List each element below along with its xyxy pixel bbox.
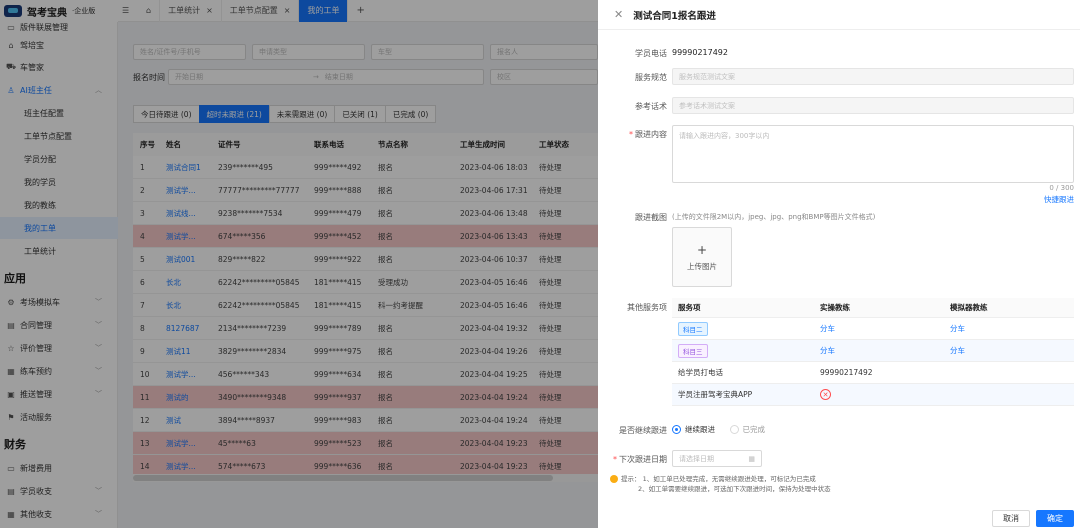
service-row: 给学员打电话 99990217492 <box>672 362 1074 384</box>
radio-checked-icon <box>672 425 681 434</box>
screenshot-hint: (上传的文件限2M以内，jpeg、jpg、png和BMP等图片文件格式) <box>672 213 876 221</box>
assign-coach-link[interactable]: 分车 <box>814 323 944 334</box>
next-date-label-text: 下次跟进日期 <box>619 455 667 464</box>
assign-sim-link[interactable]: 分车 <box>944 323 1074 334</box>
continue-label: 是否继续跟进 <box>619 426 667 435</box>
modal-overlay[interactable] <box>0 0 598 528</box>
drawer-title: 测试合同1报名跟进 <box>633 10 716 22</box>
not-registered-icon: ✕ <box>820 389 831 400</box>
drawer-footer: 取消 确定 <box>598 508 1080 528</box>
assign-coach-link[interactable]: 分车 <box>814 345 944 356</box>
plus-icon: + <box>696 242 708 257</box>
upload-image-button[interactable]: + 上传图片 <box>672 227 732 287</box>
close-icon[interactable]: ✕ <box>614 8 623 21</box>
screenshot-label: 跟进截图 <box>635 213 667 222</box>
col-header: 模拟器教练 <box>950 303 988 312</box>
tip-line-2: 2、如工单需要继续跟进，可选加下次跟进时间，保持为处理中状态 <box>638 485 831 493</box>
follow-up-drawer: ✕ 测试合同1报名跟进 学员电话 99990217492 服务规范 服务规范测试… <box>598 0 1080 528</box>
col-header: 服务项 <box>678 303 701 312</box>
continue-radio-group: 继续跟进 已完成 <box>672 424 777 436</box>
script-field: 参考话术测试文案 <box>672 97 1074 114</box>
cancel-button[interactable]: 取消 <box>992 509 1030 527</box>
assign-sim-link[interactable]: 分车 <box>944 345 1074 356</box>
radio-label: 继续跟进 <box>685 425 715 434</box>
warning-icon <box>610 475 618 483</box>
phone-value: 99990217492 <box>672 48 728 57</box>
calendar-icon: ▦ <box>748 454 755 463</box>
service-row: 科目三 分车 分车 <box>672 340 1074 362</box>
norm-field: 服务规范测试文案 <box>672 68 1074 85</box>
service-row: 学员注册驾考宝典APP ✕ <box>672 384 1074 406</box>
col-header: 实操教练 <box>820 303 850 312</box>
service-item: 学员注册驾考宝典APP <box>678 390 753 399</box>
subject-tag: 科目二 <box>678 321 708 336</box>
tips-block: 提示： 1、如工单已处理完成，无需继续跟进处理，可标记为已完成 2、如工单需要继… <box>610 474 831 494</box>
upload-label: 上传图片 <box>687 261 717 271</box>
service-item: 给学员打电话 <box>678 368 723 377</box>
radio-unchecked-icon <box>729 425 739 434</box>
service-table: 服务项 实操教练 模拟器教练 科目二 分车 分车 科目三 分车 分车 给学员打电… <box>672 298 1074 406</box>
tip-title: 提示： <box>621 475 641 483</box>
tip-line: 1、如工单已处理完成，无需继续跟进处理，可标记为已完成 <box>642 475 816 483</box>
content-label: * 跟进内容 <box>629 130 667 139</box>
quick-follow-link[interactable]: 快捷跟进 <box>1044 194 1074 205</box>
service-row: 科目二 分车 分车 <box>672 318 1074 340</box>
service-value: 99990217492 <box>820 368 873 377</box>
phone-label: 学员电话 <box>635 49 667 58</box>
radio-label: 已完成 <box>742 425 766 434</box>
content-textarea[interactable]: 请输入跟进内容，300字以内 <box>672 125 1074 183</box>
drawer-header: ✕ 测试合同1报名跟进 <box>598 0 1080 30</box>
radio-done[interactable]: 已完成 <box>729 424 766 435</box>
next-date-picker[interactable]: 请选择日期 ▦ <box>672 450 762 467</box>
date-placeholder: 请选择日期 <box>679 454 714 463</box>
radio-continue[interactable]: 继续跟进 <box>672 424 715 435</box>
subject-tag: 科目三 <box>678 343 708 358</box>
next-date-label: * 下次跟进日期 <box>613 455 667 464</box>
script-label: 参考话术 <box>635 102 667 111</box>
service-table-header: 服务项 实操教练 模拟器教练 <box>672 298 1074 318</box>
confirm-button[interactable]: 确定 <box>1036 509 1074 527</box>
other-services-label: 其他服务项 <box>627 303 667 312</box>
content-label-text: 跟进内容 <box>635 130 667 139</box>
norm-label: 服务规范 <box>635 73 667 82</box>
char-counter: 0 / 300 <box>1049 184 1074 192</box>
